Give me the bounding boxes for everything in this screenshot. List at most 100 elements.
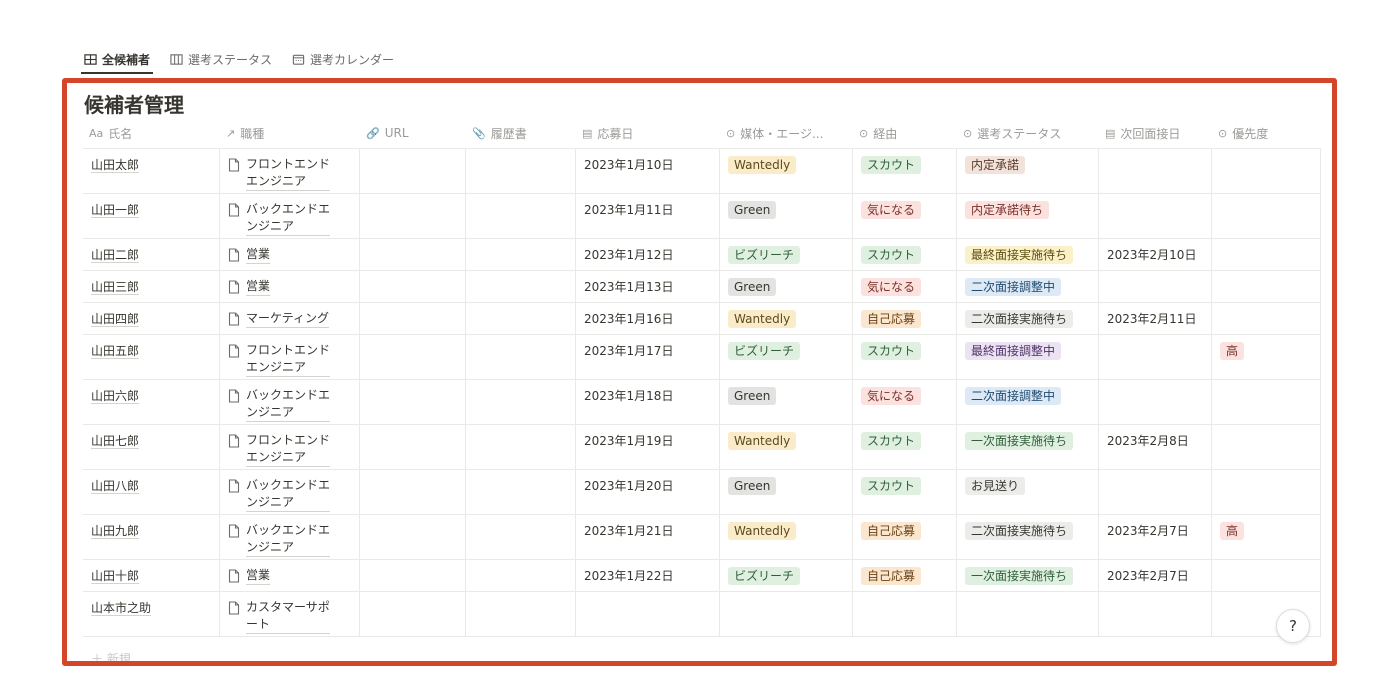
cell-next-interview[interactable]	[1099, 470, 1212, 514]
select-tag[interactable]: ビズリーチ	[728, 342, 801, 360]
column-header-via[interactable]: ⊙ 経由	[853, 120, 957, 146]
cell-resume[interactable]	[466, 239, 576, 270]
table-row[interactable]: 山田五郎 フロントエンド エンジニア 2023年1月17日 ビズリーチ スカウト 最終面接調…	[83, 335, 1321, 380]
cell-via[interactable]	[853, 592, 957, 636]
cell-job[interactable]: マーケティング	[220, 303, 360, 334]
cell-via[interactable]: 自己応募	[853, 303, 957, 334]
cell-job[interactable]: 営業	[220, 239, 360, 270]
cell-apply-date[interactable]: 2023年1月22日	[576, 560, 720, 591]
select-tag[interactable]: お見送り	[965, 477, 1026, 495]
cell-name[interactable]: 山田三郎	[83, 271, 220, 302]
cell-resume[interactable]	[466, 560, 576, 591]
cell-status[interactable]: 二次面接実施待ち	[957, 303, 1099, 334]
job-relation[interactable]: マーケティング	[228, 310, 351, 328]
cell-url[interactable]	[360, 380, 466, 424]
cell-url[interactable]	[360, 560, 466, 591]
select-tag[interactable]: 高	[1220, 342, 1245, 360]
cell-apply-date[interactable]: 2023年1月19日	[576, 425, 720, 469]
cell-media[interactable]: Green	[720, 194, 853, 238]
job-relation[interactable]: カスタマーサポ ート	[228, 599, 351, 634]
cell-apply-date[interactable]: 2023年1月11日	[576, 194, 720, 238]
cell-via[interactable]: スカウト	[853, 149, 957, 193]
cell-resume[interactable]	[466, 271, 576, 302]
table-row[interactable]: 山田六郎 バックエンドエ ンジニア 2023年1月18日 Green 気になる 二次面接調整…	[83, 380, 1321, 425]
cell-apply-date[interactable]: 2023年1月10日	[576, 149, 720, 193]
select-tag[interactable]: Green	[728, 278, 777, 296]
select-tag[interactable]: 最終面接調整中	[965, 342, 1062, 360]
select-tag[interactable]: 一次面接実施待ち	[965, 432, 1074, 450]
table-row[interactable]: 山田八郎 バックエンドエ ンジニア 2023年1月20日 Green スカウト お見送り	[83, 470, 1321, 515]
candidate-name[interactable]: 山田一郎	[91, 203, 140, 218]
job-relation[interactable]: バックエンドエ ンジニア	[228, 522, 351, 557]
cell-url[interactable]	[360, 271, 466, 302]
job-relation[interactable]: フロントエンド エンジニア	[228, 156, 351, 191]
cell-url[interactable]	[360, 592, 466, 636]
select-tag[interactable]: ビズリーチ	[728, 246, 801, 264]
cell-status[interactable]: 二次面接調整中	[957, 380, 1099, 424]
cell-status[interactable]: 最終面接調整中	[957, 335, 1099, 379]
select-tag[interactable]: 自己応募	[861, 567, 922, 585]
column-header-media[interactable]: ⊙ 媒体・エージ...	[720, 120, 853, 146]
column-header-job[interactable]: ↗ 職種	[220, 120, 360, 146]
cell-next-interview[interactable]: 2023年2月10日	[1099, 239, 1212, 270]
tab-selection-status[interactable]: 選考ステータス	[167, 44, 275, 74]
cell-name[interactable]: 山田五郎	[83, 335, 220, 379]
select-tag[interactable]: 気になる	[861, 278, 922, 296]
cell-url[interactable]	[360, 194, 466, 238]
cell-job[interactable]: カスタマーサポ ート	[220, 592, 360, 636]
cell-url[interactable]	[360, 470, 466, 514]
select-tag[interactable]: 自己応募	[861, 310, 922, 328]
cell-priority[interactable]	[1212, 380, 1321, 424]
cell-resume[interactable]	[466, 515, 576, 559]
column-header-status[interactable]: ⊙ 選考ステータス	[957, 120, 1099, 146]
select-tag[interactable]: スカウト	[861, 246, 922, 264]
cell-priority[interactable]: 高	[1212, 335, 1321, 379]
cell-via[interactable]: スカウト	[853, 470, 957, 514]
tab-selection-calendar[interactable]: 選考カレンダー	[289, 44, 397, 74]
cell-url[interactable]	[360, 425, 466, 469]
cell-job[interactable]: フロントエンド エンジニア	[220, 425, 360, 469]
select-tag[interactable]: 二次面接調整中	[965, 387, 1062, 405]
cell-name[interactable]: 山田十郎	[83, 560, 220, 591]
cell-job[interactable]: 営業	[220, 271, 360, 302]
table-row[interactable]: 山田一郎 バックエンドエ ンジニア 2023年1月11日 Green 気になる 内定承諾待ち	[83, 194, 1321, 239]
cell-apply-date[interactable]: 2023年1月20日	[576, 470, 720, 514]
job-relation[interactable]: バックエンドエ ンジニア	[228, 387, 351, 422]
cell-media[interactable]: Wantedly	[720, 303, 853, 334]
cell-status[interactable]: 二次面接実施待ち	[957, 515, 1099, 559]
cell-via[interactable]: スカウト	[853, 239, 957, 270]
cell-name[interactable]: 山田八郎	[83, 470, 220, 514]
column-header-name[interactable]: Aa 氏名	[83, 120, 220, 146]
cell-via[interactable]: 気になる	[853, 194, 957, 238]
candidate-name[interactable]: 山田六郎	[91, 389, 140, 404]
select-tag[interactable]: Wantedly	[728, 522, 797, 540]
cell-job[interactable]: バックエンドエ ンジニア	[220, 515, 360, 559]
table-row[interactable]: 山田二郎 営業 2023年1月12日 ビズリーチ スカウト 最終面接実施待ち 2023年2月…	[83, 239, 1321, 271]
candidate-name[interactable]: 山田二郎	[91, 248, 140, 263]
select-tag[interactable]: Wantedly	[728, 432, 797, 450]
cell-next-interview[interactable]	[1099, 271, 1212, 302]
column-header-apply-date[interactable]: ▤ 応募日	[576, 120, 720, 146]
tab-all-candidates[interactable]: 全候補者	[81, 44, 154, 74]
cell-via[interactable]: 自己応募	[853, 560, 957, 591]
cell-name[interactable]: 山田九郎	[83, 515, 220, 559]
cell-resume[interactable]	[466, 149, 576, 193]
cell-name[interactable]: 山田一郎	[83, 194, 220, 238]
cell-status[interactable]: 一次面接実施待ち	[957, 425, 1099, 469]
cell-via[interactable]: 気になる	[853, 380, 957, 424]
select-tag[interactable]: 一次面接実施待ち	[965, 567, 1074, 585]
job-relation[interactable]: バックエンドエ ンジニア	[228, 477, 351, 512]
table-row[interactable]: 山田四郎 マーケティング 2023年1月16日 Wantedly 自己応募 二次面接実施待…	[83, 303, 1321, 335]
cell-via[interactable]: スカウト	[853, 335, 957, 379]
cell-resume[interactable]	[466, 303, 576, 334]
select-tag[interactable]: Wantedly	[728, 310, 797, 328]
select-tag[interactable]: 最終面接実施待ち	[965, 246, 1074, 264]
candidate-name[interactable]: 山田八郎	[91, 479, 140, 494]
select-tag[interactable]: 高	[1220, 522, 1245, 540]
select-tag[interactable]: ビズリーチ	[728, 567, 801, 585]
cell-priority[interactable]	[1212, 149, 1321, 193]
column-header-next-interview[interactable]: ▤ 次回面接日	[1099, 120, 1212, 146]
job-relation[interactable]: 営業	[228, 567, 351, 585]
cell-priority[interactable]	[1212, 194, 1321, 238]
cell-job[interactable]: バックエンドエ ンジニア	[220, 380, 360, 424]
